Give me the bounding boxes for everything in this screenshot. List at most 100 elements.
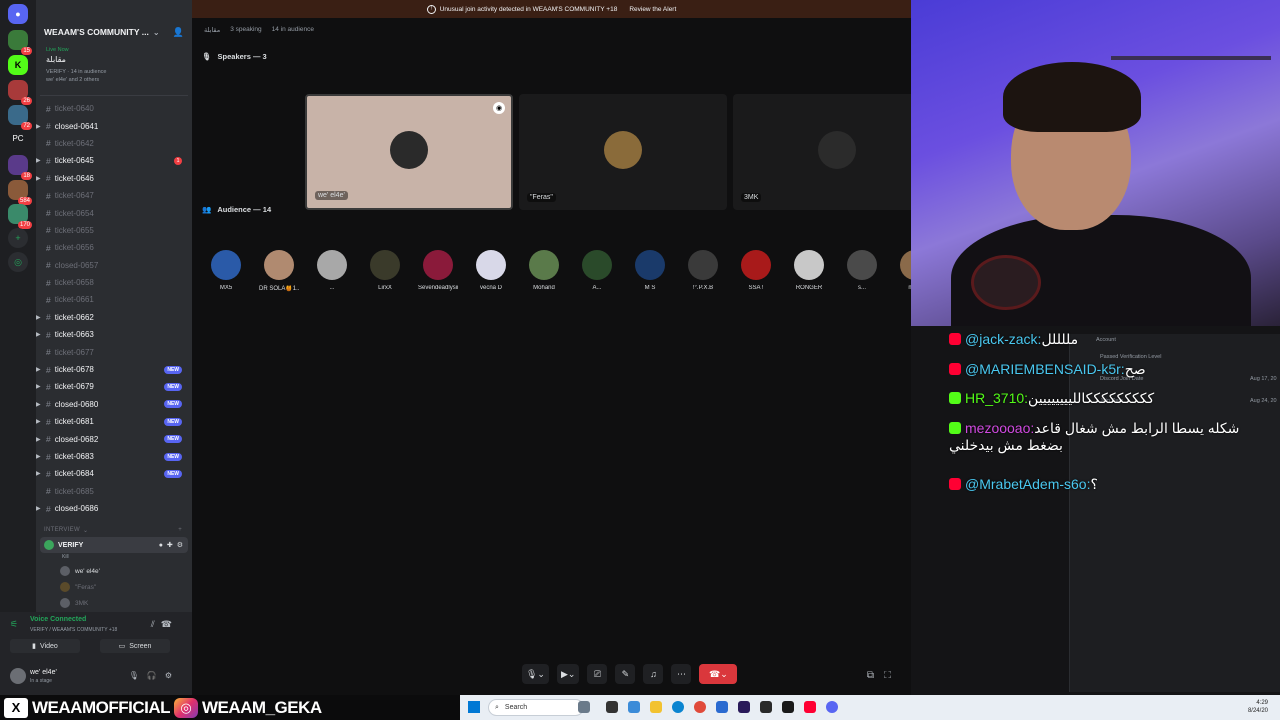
file-explorer-icon[interactable] <box>650 701 662 713</box>
speaker-tile[interactable]: 3MK <box>733 94 941 210</box>
screen-button[interactable]: ▭ Screen <box>100 639 170 653</box>
channel-item[interactable]: # ticket-0640 <box>36 100 192 117</box>
taskbar-app-icon[interactable] <box>716 701 728 713</box>
channel-item[interactable]: # ticket-0658 <box>36 274 192 291</box>
channel-item[interactable]: # ticket-0661 <box>36 291 192 308</box>
video-button[interactable]: ▮ Video <box>10 639 80 653</box>
channel-item[interactable]: ▶ # ticket-0683 NEW <box>36 448 192 465</box>
home-button[interactable]: ● <box>8 4 28 24</box>
discover-icon[interactable]: ◎ <box>8 252 28 272</box>
audience-member[interactable]: M S <box>630 250 670 291</box>
taskbar-app-icon[interactable] <box>578 701 590 713</box>
live-stage-card[interactable]: Live Now مقابلة VERIFY · 14 in audience … <box>40 44 188 96</box>
channel-name: ticket-0681 <box>54 417 94 427</box>
chrome-icon[interactable] <box>694 701 706 713</box>
audience-member[interactable]: !°.P.X.B <box>683 250 723 291</box>
audience-member[interactable]: MX5 <box>206 250 246 291</box>
avatar <box>818 131 856 169</box>
speaker-tile[interactable]: ◉ we' el4e' <box>305 94 513 210</box>
channel-item[interactable]: # ticket-0677 <box>36 343 192 360</box>
channel-item[interactable]: ▶ # ticket-0663 <box>36 326 192 343</box>
leave-call-button[interactable]: ☎⌄ <box>699 664 738 684</box>
new-badge: NEW <box>164 435 182 444</box>
edge-icon[interactable] <box>672 701 684 713</box>
taskbar-search[interactable]: ⌕ Search <box>488 699 584 716</box>
channel-name: ticket-0646 <box>54 173 94 183</box>
channel-item[interactable]: ▶ # ticket-0684 NEW <box>36 465 192 482</box>
review-alert-link[interactable]: Review the Alert <box>629 6 676 13</box>
taskbar-app-icon[interactable] <box>606 701 618 713</box>
pc-server-icon[interactable]: PC <box>8 128 28 148</box>
channel-item[interactable]: ▶ # closed-0682 NEW <box>36 430 192 447</box>
channel-item[interactable]: # ticket-0647 <box>36 187 192 204</box>
add-channel-icon[interactable]: + <box>178 527 182 533</box>
avatar <box>60 566 70 577</box>
add-member-icon[interactable]: 👤 <box>173 27 184 38</box>
audience-member[interactable]: DR SOLA🍯1... <box>259 250 299 292</box>
soundboard-button[interactable]: ♫ <box>643 664 664 684</box>
channel-item[interactable]: # ticket-0642 <box>36 135 192 152</box>
obs-icon[interactable] <box>760 701 772 713</box>
audience-member[interactable]: Mohand <box>524 250 564 291</box>
hash-icon: # <box>46 347 51 358</box>
server-icon[interactable]: 15 <box>8 30 32 55</box>
audience-member[interactable]: A... <box>577 250 617 291</box>
voice-status[interactable]: Voice Connected <box>30 616 86 623</box>
channel-item[interactable]: ▶ # closed-0641 <box>36 117 192 134</box>
channel-item[interactable]: ▶ # ticket-0681 NEW <box>36 413 192 430</box>
server-icon[interactable]: 584 <box>8 180 32 205</box>
audience-member[interactable]: Sevendeadlysin <box>418 250 458 291</box>
taskbar-app-icon[interactable] <box>804 701 816 713</box>
chevron-down-icon: ⌄ <box>82 527 89 534</box>
channel-item[interactable]: ▶ # ticket-0645 1 <box>36 152 192 169</box>
channel-item[interactable]: # ticket-0685 <box>36 483 192 500</box>
voice-user[interactable]: we' el4e' <box>36 563 192 579</box>
avatar[interactable] <box>10 668 26 684</box>
channel-item[interactable]: ▶ # ticket-0678 NEW <box>36 361 192 378</box>
channel-item[interactable]: # ticket-0654 <box>36 204 192 221</box>
speaker-tile[interactable]: "Feras" <box>519 94 727 210</box>
category-interview[interactable]: INTERVIEW ⌄ + <box>36 523 192 537</box>
channel-item[interactable]: ▶ # closed-0686 <box>36 500 192 517</box>
server-header[interactable]: WEAAM'S COMMUNITY ... ⌄ 👤 <box>36 22 192 42</box>
voice-user[interactable]: "Feras" <box>36 579 192 595</box>
voice-channel-verify[interactable]: VERIFY ● ✚ ⚙ <box>40 537 188 554</box>
audience-member[interactable]: vecna D <box>471 250 511 291</box>
server-icon[interactable]: 18 <box>8 155 32 180</box>
video-button[interactable]: ▶⌄ <box>556 664 580 684</box>
channel-item[interactable]: # ticket-0655 <box>36 222 192 239</box>
voice-user[interactable]: 3MK <box>36 595 192 611</box>
windows-start-icon[interactable] <box>468 701 480 713</box>
popout-controls[interactable]: ⧉⛶ <box>867 670 901 681</box>
discord-icon[interactable] <box>826 701 838 713</box>
taskbar-app-icon[interactable] <box>782 701 794 713</box>
server-icon[interactable]: 170 <box>8 204 32 229</box>
channel-item[interactable]: # ticket-0656 <box>36 239 192 256</box>
channel-item[interactable]: ▶ # ticket-0646 <box>36 170 192 187</box>
server-icon[interactable]: 72 <box>8 105 32 130</box>
taskbar-app-icon[interactable] <box>628 701 640 713</box>
server-icon[interactable]: 26 <box>8 80 32 105</box>
channel-item[interactable]: # closed-0657 <box>36 257 192 274</box>
channel-item[interactable]: ▶ # ticket-0679 NEW <box>36 378 192 395</box>
user-controls[interactable]: 🎙🎧⚙ <box>129 671 180 680</box>
mute-button[interactable]: 🎙⌄ <box>522 664 549 684</box>
audience-member[interactable]: LirxX <box>365 250 405 291</box>
system-clock[interactable]: 4:29 8/24/20 <box>1248 699 1268 715</box>
kick-server-icon[interactable]: K <box>8 55 28 75</box>
activity-button[interactable]: ✎ <box>615 664 636 684</box>
channel-actions[interactable]: ● ✚ ⚙ <box>159 541 184 549</box>
channel-name: ticket-0658 <box>54 278 94 288</box>
premiere-icon[interactable] <box>738 701 750 713</box>
audience-member[interactable]: SSA ! <box>736 250 776 291</box>
voice-actions[interactable]: ⫽☎ <box>151 619 178 630</box>
channel-item[interactable]: ▶ # ticket-0662 <box>36 309 192 326</box>
audience-member[interactable]: RONGER <box>789 250 829 291</box>
channel-item[interactable]: ▶ # closed-0680 NEW <box>36 396 192 413</box>
add-server-icon[interactable]: + <box>8 228 28 248</box>
x-handle: WEAAMOFFICIAL <box>32 697 170 717</box>
more-button[interactable]: ⋯ <box>671 664 692 684</box>
audience-member[interactable]: ... <box>312 250 352 291</box>
share-screen-button[interactable]: ⎚ <box>587 664 608 684</box>
audience-member[interactable]: s... <box>842 250 882 291</box>
